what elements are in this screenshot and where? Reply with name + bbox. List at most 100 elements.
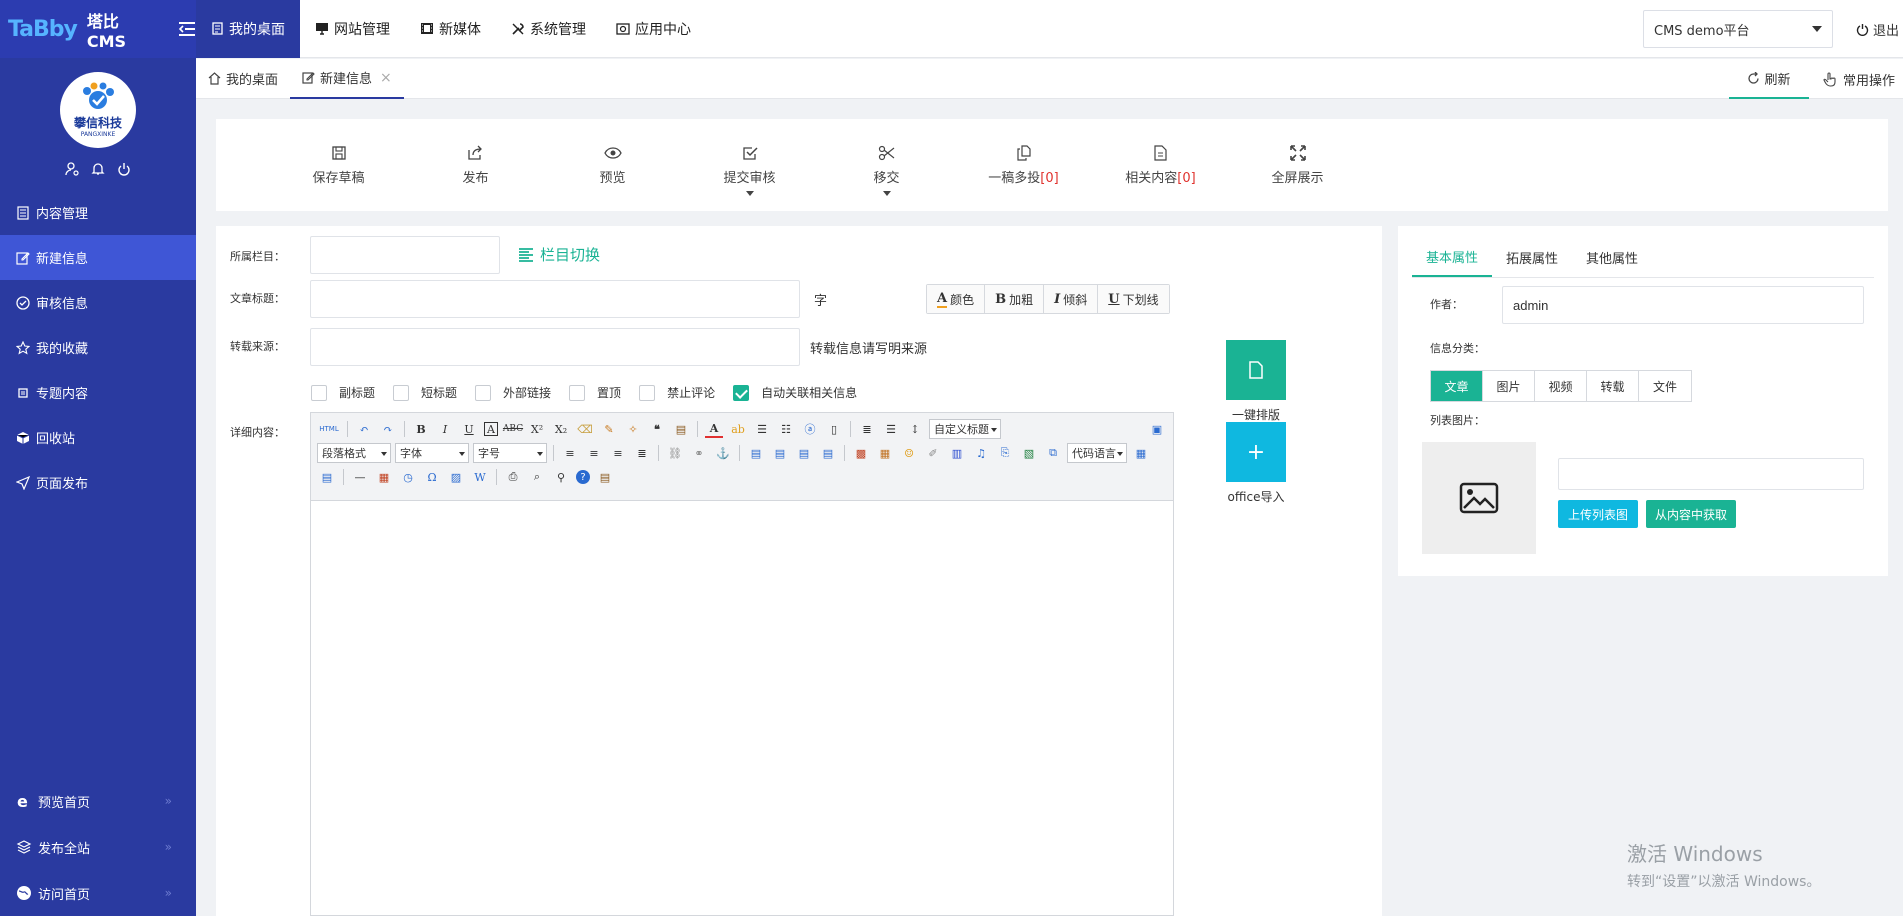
undo-icon[interactable]: ↶ bbox=[355, 420, 373, 438]
table-icon[interactable]: ▦ bbox=[1132, 444, 1150, 462]
draft-box-icon[interactable]: ▤ bbox=[596, 468, 614, 486]
checkbox-auto-relate[interactable]: 自动关联相关信息 bbox=[733, 384, 857, 401]
auto-format-icon[interactable]: ✧ bbox=[624, 420, 642, 438]
quote-icon[interactable]: ❝ bbox=[648, 420, 666, 438]
checkbox-subtitle[interactable]: 副标题 bbox=[311, 384, 375, 401]
sidebar-item-topics[interactable]: 专题内容 bbox=[0, 370, 196, 415]
get-from-content-button[interactable]: 从内容中获取 bbox=[1646, 500, 1736, 528]
sidebar-item-publish-page[interactable]: 页面发布 bbox=[0, 460, 196, 505]
platform-select[interactable]: CMS demo平台 bbox=[1643, 10, 1833, 48]
preview-button[interactable]: 预览 bbox=[544, 145, 681, 186]
tab-new-media[interactable]: 新媒体 bbox=[405, 0, 496, 58]
category-file[interactable]: 文件 bbox=[1639, 371, 1691, 401]
frame-icon[interactable]: ⧉ bbox=[1044, 444, 1062, 462]
ordered-list-icon[interactable]: ☰ bbox=[753, 420, 771, 438]
image-center-icon[interactable]: ▤ bbox=[795, 444, 813, 462]
power-icon[interactable] bbox=[117, 162, 131, 176]
editor-content-area[interactable] bbox=[311, 501, 1173, 915]
image-float-right-icon[interactable]: ▤ bbox=[771, 444, 789, 462]
wordimage-icon[interactable]: ▨ bbox=[447, 468, 465, 486]
multi-image-icon[interactable]: ▦ bbox=[876, 444, 894, 462]
help-icon[interactable]: ? bbox=[576, 470, 590, 484]
underline-icon[interactable]: U bbox=[460, 420, 478, 438]
link-text-icon[interactable]: ⓐ bbox=[801, 420, 819, 438]
tab-basic-props[interactable]: 基本属性 bbox=[1412, 237, 1493, 277]
tab-extended-props[interactable]: 拓展属性 bbox=[1492, 237, 1572, 277]
search-replace-icon[interactable]: ⚲ bbox=[552, 468, 570, 486]
sidebar-item-review[interactable]: 审核信息 bbox=[0, 280, 196, 325]
sidebar-item-visit-home[interactable]: 访问首页 » bbox=[0, 870, 196, 916]
sidebar-item-publish-site[interactable]: 发布全站 » bbox=[0, 824, 196, 870]
image-none-icon[interactable]: ▤ bbox=[819, 444, 837, 462]
title-input[interactable] bbox=[310, 280, 800, 318]
attachment-icon[interactable]: ⎘ bbox=[996, 444, 1014, 462]
multi-post-button[interactable]: 一稿多投[0] bbox=[955, 144, 1092, 186]
avatar[interactable]: 攀信科技 PANGXINKE bbox=[60, 72, 136, 148]
emoji-icon[interactable]: ☺ bbox=[900, 444, 918, 462]
checkbox-pin-top[interactable]: 置顶 bbox=[569, 384, 621, 401]
common-ops-button[interactable]: 常用操作 bbox=[1823, 59, 1903, 99]
subscript-icon[interactable]: X₂ bbox=[552, 420, 570, 438]
custom-title-select[interactable]: 自定义标题 bbox=[929, 419, 1001, 439]
word-import-icon[interactable]: W bbox=[471, 468, 489, 486]
row-spacing-icon[interactable]: ☰ bbox=[882, 420, 900, 438]
checkbox-disable-comments[interactable]: 禁止评论 bbox=[639, 384, 715, 401]
date-icon[interactable]: ▦ bbox=[375, 468, 393, 486]
page-tab-new-info[interactable]: 新建信息 × bbox=[290, 59, 404, 99]
align-justify-icon[interactable]: ≣ bbox=[633, 444, 651, 462]
sidebar-item-new-info[interactable]: 新建信息 bbox=[0, 235, 196, 280]
publish-button[interactable]: 发布 bbox=[407, 145, 544, 186]
refresh-button[interactable]: 刷新 bbox=[1729, 59, 1809, 99]
category-video[interactable]: 视频 bbox=[1535, 371, 1587, 401]
align-right-icon[interactable]: ≡ bbox=[609, 444, 627, 462]
bold-button[interactable]: B 加粗 bbox=[985, 285, 1045, 313]
font-size-select[interactable]: 字号 bbox=[473, 443, 547, 463]
font-border-icon[interactable]: A bbox=[484, 422, 498, 436]
special-char-icon[interactable]: Ω bbox=[423, 468, 441, 486]
color-button[interactable]: A 颜色 bbox=[927, 285, 986, 313]
close-icon[interactable]: × bbox=[380, 70, 392, 86]
sidebar-item-recycle[interactable]: 回收站 bbox=[0, 415, 196, 460]
eraser-icon[interactable]: ⌫ bbox=[576, 420, 594, 438]
anchor-icon[interactable]: ⚓ bbox=[714, 444, 732, 462]
checkbox-box[interactable] bbox=[569, 384, 586, 401]
image-float-left-icon[interactable]: ▤ bbox=[747, 444, 765, 462]
tab-app-center[interactable]: 应用中心 bbox=[601, 0, 706, 58]
column-switch-button[interactable]: 栏目切换 bbox=[518, 244, 600, 265]
map-icon[interactable]: ▧ bbox=[1020, 444, 1038, 462]
submit-review-button[interactable]: 提交审核 bbox=[681, 145, 818, 196]
redo-icon[interactable]: ↷ bbox=[379, 420, 397, 438]
link-icon[interactable]: ⛓ bbox=[666, 444, 684, 462]
category-image[interactable]: 图片 bbox=[1483, 371, 1535, 401]
sidebar-item-preview-home[interactable]: e 预览首页 » bbox=[0, 778, 196, 824]
template-icon[interactable]: ▤ bbox=[318, 468, 336, 486]
logout-button[interactable]: 退出 bbox=[1856, 0, 1903, 58]
horizontal-rule-icon[interactable]: — bbox=[351, 468, 369, 486]
italic-icon[interactable]: I bbox=[436, 420, 454, 438]
related-content-button[interactable]: 相关内容[0] bbox=[1092, 144, 1229, 186]
code-language-select[interactable]: 代码语言 bbox=[1067, 443, 1127, 463]
superscript-icon[interactable]: X² bbox=[528, 420, 546, 438]
highlight-icon[interactable]: ab bbox=[729, 420, 747, 438]
paragraph-select[interactable]: 段落格式 bbox=[317, 443, 391, 463]
user-settings-icon[interactable] bbox=[65, 162, 79, 176]
unordered-list-icon[interactable]: ☷ bbox=[777, 420, 795, 438]
html-source-icon[interactable]: HTML bbox=[318, 420, 340, 438]
tab-my-desktop[interactable]: 我的桌面 bbox=[196, 0, 300, 58]
strikethrough-icon[interactable]: ABC bbox=[503, 420, 523, 438]
blank-page-icon[interactable]: ▯ bbox=[825, 420, 843, 438]
menu-toggle-icon[interactable] bbox=[178, 21, 196, 37]
category-repost[interactable]: 转载 bbox=[1587, 371, 1639, 401]
column-input[interactable] bbox=[310, 236, 500, 274]
office-import-button[interactable]: + bbox=[1226, 422, 1286, 482]
upload-list-image-button[interactable]: 上传列表图 bbox=[1558, 500, 1638, 528]
bell-icon[interactable] bbox=[91, 162, 105, 176]
list-image-preview[interactable] bbox=[1422, 442, 1536, 554]
bold-icon[interactable]: B bbox=[412, 420, 430, 438]
underline-button[interactable]: U 下划线 bbox=[1098, 285, 1169, 313]
align-left-icon[interactable]: ≡ bbox=[561, 444, 579, 462]
editor-preview-icon[interactable]: ⌕ bbox=[528, 468, 546, 486]
checkbox-box[interactable] bbox=[393, 384, 410, 401]
align-center-icon[interactable]: ≡ bbox=[585, 444, 603, 462]
list-image-url-input[interactable] bbox=[1558, 458, 1864, 490]
